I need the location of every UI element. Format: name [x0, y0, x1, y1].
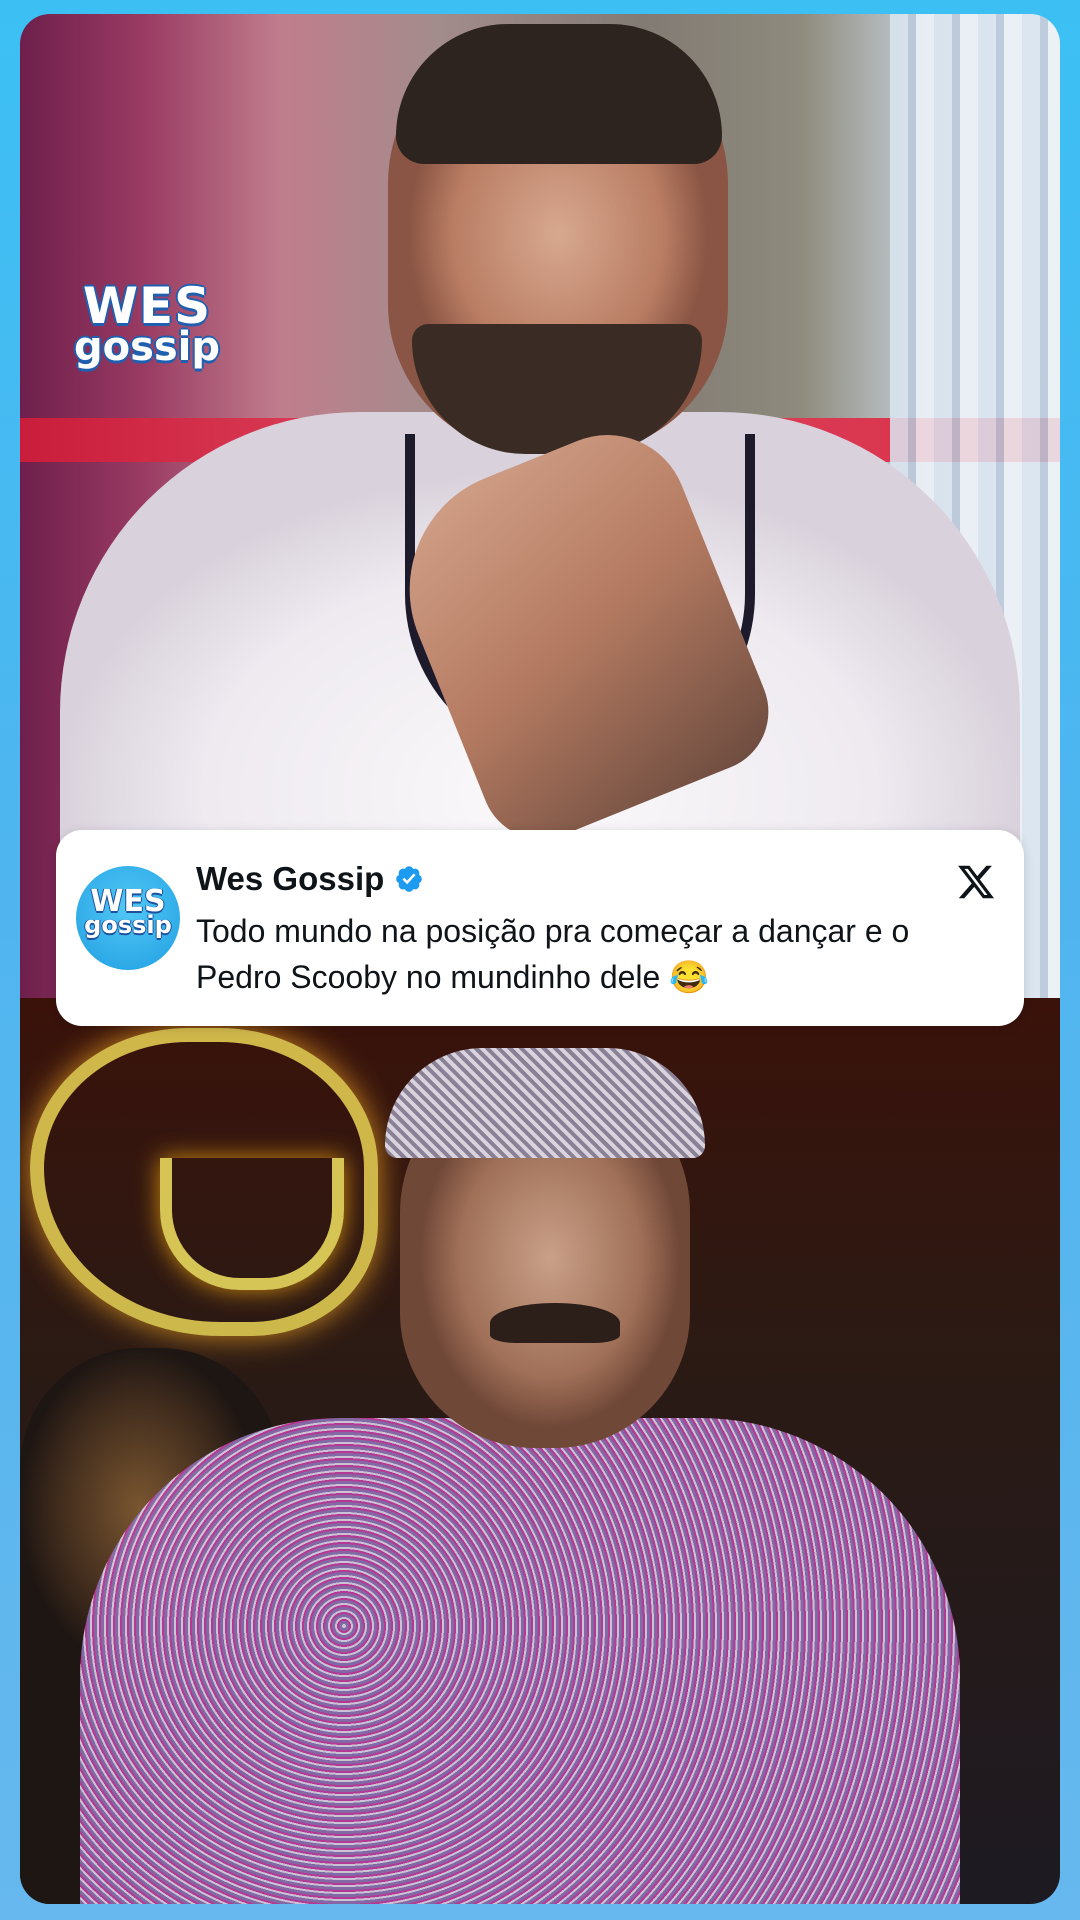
neon-sign-loop: [160, 1158, 344, 1290]
x-logo-icon[interactable]: [956, 862, 996, 902]
verified-badge-icon: [396, 866, 423, 892]
logo-line-2: gossip: [73, 324, 221, 370]
sequin-headband: [385, 1048, 705, 1158]
tweet-author: Wes Gossip: [196, 860, 424, 898]
wes-gossip-watermark-logo: WES gossip: [72, 277, 222, 370]
author-name[interactable]: Wes Gossip: [196, 860, 384, 898]
tweet-text: Todo mundo na posição pra começar a danç…: [196, 913, 910, 995]
tweet-card[interactable]: WES gossip Wes Gossip Todo mundo na posi…: [56, 830, 1024, 1026]
avatar[interactable]: WES gossip: [76, 866, 180, 970]
sequin-costume: [80, 1418, 960, 1904]
man-hair: [396, 24, 722, 164]
logo-line-1: WES: [82, 277, 212, 335]
bottom-photo: [20, 998, 1060, 1904]
story-frame: WES gossip WES gossip Wes Gossip Todo mu…: [0, 0, 1080, 1920]
avatar-logo-line-2: gossip: [84, 911, 172, 939]
mustache: [490, 1303, 620, 1343]
